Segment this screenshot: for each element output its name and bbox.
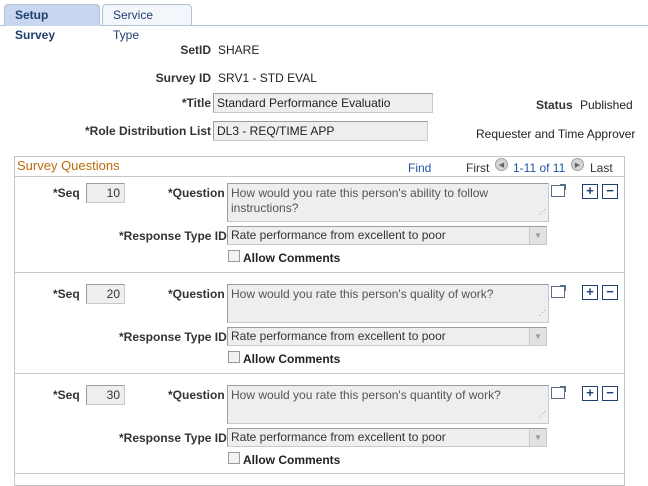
seq-label: *Seq (53, 186, 80, 200)
allow-comments-checkbox[interactable] (228, 250, 240, 262)
question-textarea[interactable]: How would you rate this person's quantit… (227, 385, 549, 424)
question-text: How would you rate this person's quantit… (231, 388, 501, 402)
seq-label: *Seq (53, 388, 80, 402)
setid-value: SHARE (218, 43, 260, 57)
survey-questions-title: Survey Questions (17, 158, 120, 173)
response-type-value: Rate performance from excellent to poor (231, 228, 446, 242)
response-type-label: *Response Type ID (119, 229, 227, 243)
role-distribution-label: *Role Distribution List (85, 124, 211, 138)
response-type-label: *Response Type ID (119, 431, 227, 445)
question-label: *Question (168, 287, 225, 301)
resize-grip-icon[interactable]: ⋰ (539, 306, 546, 321)
right-arrow-icon[interactable]: ▶ (571, 158, 584, 171)
tab-bar: Setup Survey Service Type (0, 0, 648, 42)
response-type-select[interactable]: Rate performance from excellent to poor … (227, 428, 547, 447)
question-label: *Question (168, 388, 225, 402)
role-distribution-field[interactable]: DL3 - REQ/TIME APP (213, 121, 428, 141)
add-row-button[interactable]: + (582, 184, 598, 199)
question-label: *Question (168, 186, 225, 200)
row-separator (15, 473, 624, 474)
role-description: Requester and Time Approver (476, 127, 636, 141)
chevron-down-icon[interactable]: ▼ (529, 328, 546, 345)
survey-id-label: Survey ID (155, 71, 211, 85)
delete-row-button[interactable]: − (602, 386, 618, 401)
allow-comments-label: Allow Comments (243, 352, 341, 366)
expand-icon[interactable] (551, 184, 566, 197)
allow-comments-checkbox[interactable] (228, 452, 240, 464)
seq-field[interactable]: 10 (86, 183, 125, 203)
status-label: Status (536, 98, 573, 112)
title-label: *Title (181, 96, 211, 110)
seq-label: *Seq (53, 287, 80, 301)
question-textarea[interactable]: How would you rate this person's ability… (227, 183, 549, 222)
expand-icon[interactable] (551, 386, 566, 399)
status-value: Published (580, 98, 633, 112)
delete-row-button[interactable]: − (602, 285, 618, 300)
add-row-button[interactable]: + (582, 386, 598, 401)
response-type-select[interactable]: Rate performance from excellent to poor … (227, 226, 547, 245)
tab-service-type[interactable]: Service Type (102, 4, 192, 42)
chevron-down-icon[interactable]: ▼ (529, 429, 546, 446)
resize-grip-icon[interactable]: ⋰ (539, 407, 546, 422)
row-range: 1-11 of 11 (513, 161, 566, 175)
response-type-value: Rate performance from excellent to poor (231, 430, 446, 444)
expand-icon[interactable] (551, 285, 566, 298)
last-label: Last (590, 161, 613, 175)
allow-comments-checkbox[interactable] (228, 351, 240, 363)
question-text: How would you rate this person's quality… (231, 287, 494, 301)
left-arrow-icon[interactable]: ◀ (495, 158, 508, 171)
tab-setup-survey[interactable]: Setup Survey (4, 4, 100, 42)
row-separator (15, 272, 624, 273)
delete-row-button[interactable]: − (602, 184, 618, 199)
add-row-button[interactable]: + (582, 285, 598, 300)
row-separator (15, 373, 624, 374)
seq-field[interactable]: 20 (86, 284, 125, 304)
row-separator (15, 176, 624, 177)
response-type-value: Rate performance from excellent to poor (231, 329, 446, 343)
chevron-down-icon[interactable]: ▼ (529, 227, 546, 244)
resize-grip-icon[interactable]: ⋰ (539, 205, 546, 220)
question-text: How would you rate this person's ability… (231, 186, 489, 215)
find-link[interactable]: Find (408, 161, 431, 175)
setid-label: SetID (180, 43, 211, 57)
question-textarea[interactable]: How would you rate this person's quality… (227, 284, 549, 323)
title-field[interactable]: Standard Performance Evaluatio (213, 93, 433, 113)
seq-field[interactable]: 30 (86, 385, 125, 405)
allow-comments-label: Allow Comments (243, 251, 341, 265)
response-type-label: *Response Type ID (119, 330, 227, 344)
survey-id-value: SRV1 - STD EVAL (218, 71, 317, 85)
allow-comments-label: Allow Comments (243, 453, 341, 467)
response-type-select[interactable]: Rate performance from excellent to poor … (227, 327, 547, 346)
first-label: First (466, 161, 490, 175)
